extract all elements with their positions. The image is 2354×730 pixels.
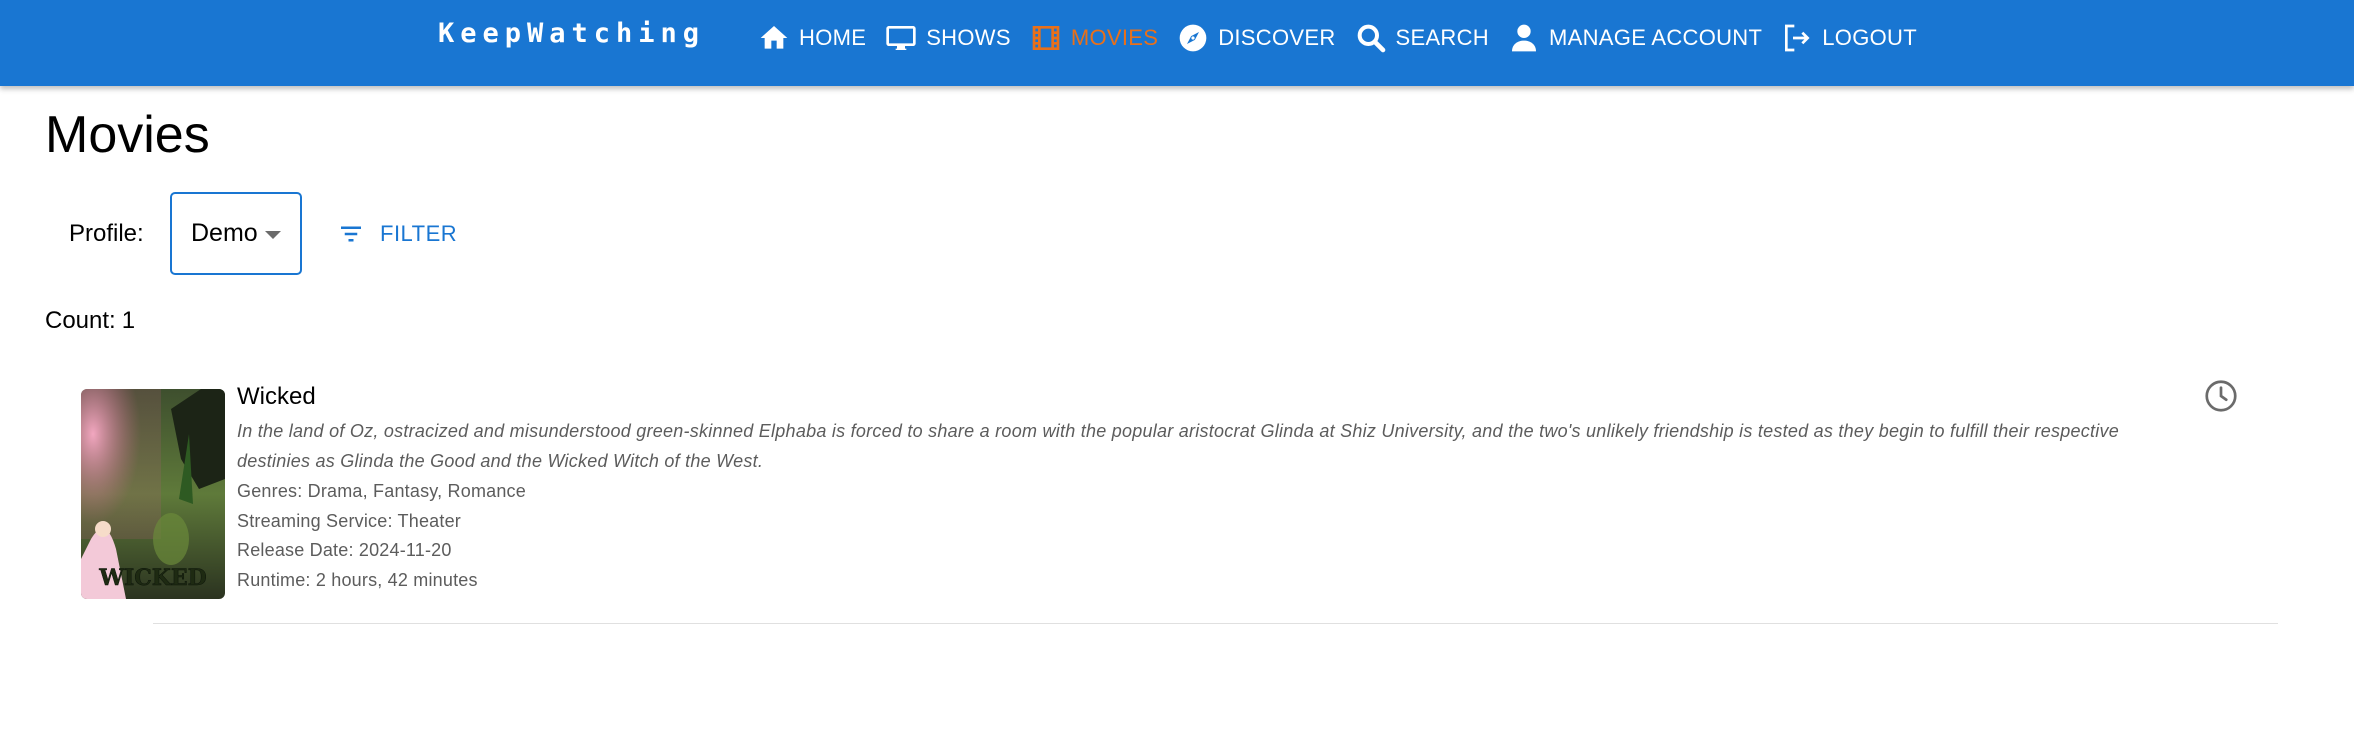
nav-item-home[interactable]: HOME (748, 16, 875, 60)
list-divider (153, 623, 2278, 624)
nav-label: MOVIES (1070, 25, 1159, 50)
nav-item-movies[interactable]: MOVIES (1020, 16, 1167, 60)
profile-select[interactable]: Demo (170, 192, 302, 275)
profile-select-value: Demo (191, 219, 258, 247)
main-nav: HOME SHOWS MOVIES DISCOVER SEARCH MANAGE… (748, 0, 1926, 76)
nav-item-manage-account[interactable]: MANAGE ACCOUNT (1498, 16, 1771, 60)
person-icon (1507, 21, 1541, 55)
poster-title-text: WICKED (98, 565, 206, 591)
nav-label: LOGOUT (1822, 25, 1917, 50)
movie-poster: WICKED (81, 389, 225, 599)
movie-release-date: Release Date: 2024-11-20 (237, 540, 452, 560)
movie-runtime: Runtime: 2 hours, 42 minutes (237, 570, 478, 590)
filter-button-label: FILTER (380, 221, 458, 246)
tv-icon (884, 21, 918, 55)
count-line: Count: 1 (45, 307, 141, 335)
movie-streaming-service: Streaming Service: Theater (237, 511, 461, 531)
filter-button[interactable]: FILTER (330, 212, 463, 256)
movie-description: In the land of Oz, ostracized and misund… (237, 421, 2120, 471)
nav-item-discover[interactable]: DISCOVER (1167, 16, 1344, 60)
movie-list-item[interactable]: WICKED Wicked In the land of Oz, ostraci… (81, 376, 2281, 624)
brand-logo[interactable]: KeepWatching (438, 18, 705, 49)
clock-icon[interactable] (2203, 378, 2239, 414)
nav-item-logout[interactable]: LOGOUT (1771, 16, 1926, 60)
search-icon (1354, 21, 1388, 55)
nav-label: SHOWS (926, 25, 1011, 50)
home-icon (757, 21, 791, 55)
nav-item-search[interactable]: SEARCH (1345, 16, 1499, 60)
compass-icon (1176, 21, 1210, 55)
nav-label: SEARCH (1395, 25, 1490, 50)
count-value: 1 (121, 307, 136, 334)
page-title: Movies (45, 106, 210, 164)
nav-label: MANAGE ACCOUNT (1549, 25, 1763, 50)
movie-genres: Genres: Drama, Fantasy, Romance (237, 481, 526, 501)
movie-title: Wicked (237, 383, 316, 410)
app-bar: KeepWatching HOME SHOWS MOVIES DISCOVER (0, 0, 2354, 86)
film-icon (1029, 21, 1063, 55)
count-label: Count: (45, 307, 116, 334)
nav-label: HOME (799, 25, 867, 50)
profile-label: Profile: (69, 220, 144, 247)
logout-icon (1780, 21, 1814, 55)
chevron-down-icon (265, 231, 281, 239)
filter-icon (341, 226, 361, 242)
nav-item-shows[interactable]: SHOWS (875, 16, 1020, 60)
nav-label: DISCOVER (1218, 25, 1336, 50)
